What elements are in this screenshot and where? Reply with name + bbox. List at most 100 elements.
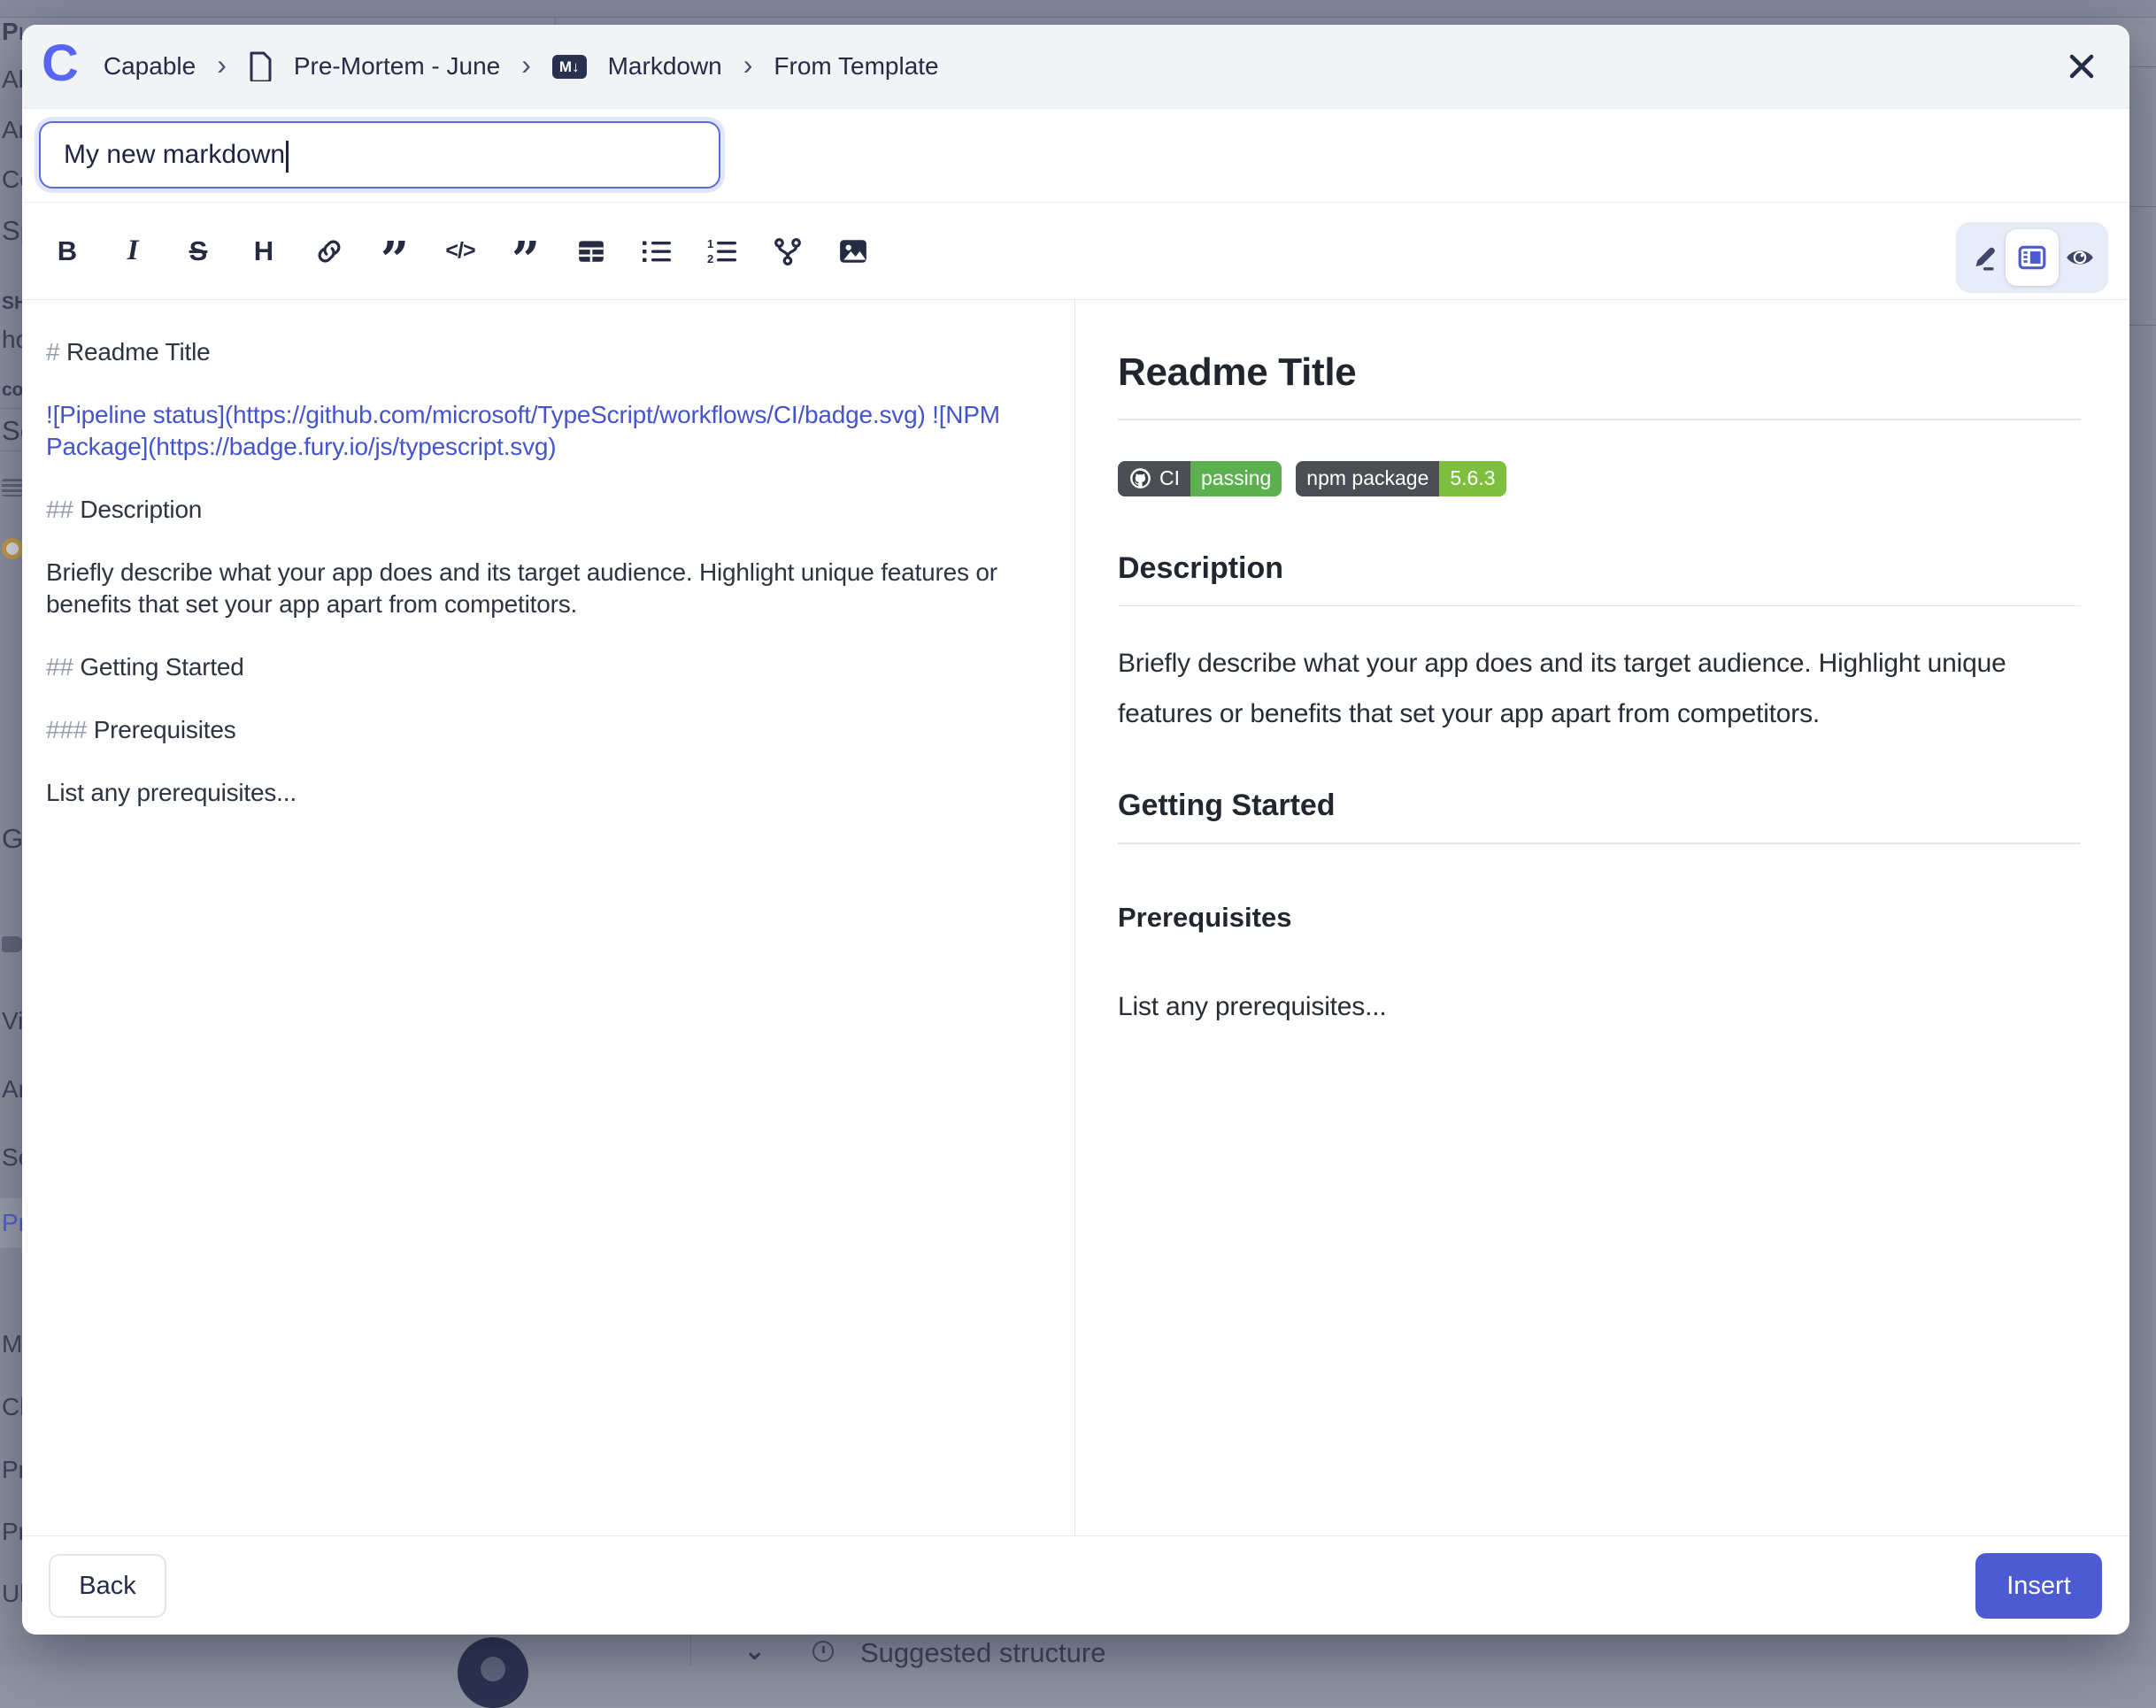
- breadcrumb-current-step: From Template: [774, 52, 938, 81]
- sidebar-divider: [0, 408, 22, 409]
- sidebar-fragment: Pr: [2, 1456, 22, 1484]
- preview-heading-description: Description: [1118, 550, 2081, 586]
- ordered-list-button[interactable]: 12: [706, 232, 738, 271]
- title-input[interactable]: My new markdown: [39, 121, 720, 188]
- strikethrough-button[interactable]: S: [182, 232, 214, 271]
- npm-version-badge: npm package 5.6.3: [1296, 461, 1505, 496]
- heading-button[interactable]: H: [248, 232, 280, 271]
- toolbar-icons: B I S H ” </> ” 12: [51, 203, 869, 299]
- breadcrumb-separator: ›: [743, 49, 753, 81]
- badge-value: passing: [1190, 461, 1282, 496]
- markdown-icon: M↓: [552, 55, 587, 79]
- git-branch-icon: [773, 236, 803, 266]
- breadcrumb-separator: ›: [521, 49, 531, 81]
- italic-icon: I: [127, 235, 139, 267]
- preview-description-body: Briefly describe what your app does and …: [1118, 638, 2074, 739]
- bold-button[interactable]: B: [51, 232, 83, 271]
- sidebar-fragment: An: [2, 116, 22, 144]
- markdown-line: ### Prerequisites: [46, 714, 1074, 746]
- code-icon: </>: [445, 238, 474, 264]
- compass-icon: [2, 538, 22, 559]
- badge-value: 5.6.3: [1439, 461, 1505, 496]
- image-button[interactable]: [837, 232, 869, 271]
- github-icon: [1128, 466, 1152, 490]
- insert-button[interactable]: Insert: [1975, 1553, 2102, 1619]
- sidebar-fragment: Pr: [2, 1209, 22, 1237]
- strikethrough-icon: S: [189, 235, 208, 267]
- sidebar-fragment: Se: [2, 415, 22, 447]
- notes-icon: [2, 479, 22, 496]
- sidebar-fragment: Se: [2, 1143, 22, 1172]
- bold-icon: B: [58, 235, 77, 267]
- sidebar-fragment: co: [2, 380, 22, 401]
- title-row: My new markdown: [22, 110, 2129, 203]
- sidebar-fragment: M: [2, 1330, 22, 1358]
- markdown-line: List any prerequisites...: [46, 777, 1074, 809]
- breadcrumb-type[interactable]: Markdown: [608, 52, 722, 81]
- sidebar-divider: [0, 450, 22, 451]
- back-button[interactable]: Back: [49, 1554, 166, 1618]
- eye-icon: [2064, 242, 2096, 273]
- breadcrumb-separator: ›: [217, 49, 227, 81]
- badge-row: CI passing npm package 5.6.3: [1118, 461, 2081, 496]
- heading-icon: H: [254, 235, 273, 267]
- edit-view-button[interactable]: [1963, 229, 2006, 286]
- sidebar-fragment: Al: [2, 65, 22, 94]
- breadcrumb: C Capable › Pre-Mortem - June › M↓ Markd…: [42, 41, 939, 92]
- preview-prerequisites-body: List any prerequisites...: [1118, 981, 2074, 1032]
- breadcrumb-app[interactable]: Capable: [104, 52, 196, 81]
- split-view-icon: [2017, 242, 2047, 273]
- git-branch-button[interactable]: [772, 232, 804, 271]
- pencil-icon: [1969, 242, 1999, 273]
- sidebar-fragment: Pr: [2, 1518, 22, 1546]
- bottom-bar-divider: [690, 1635, 691, 1666]
- quote-button[interactable]: ”: [379, 232, 411, 271]
- title-input-value: My new markdown: [64, 140, 285, 170]
- markdown-line-link: ![Pipeline status](https://github.com/mi…: [46, 399, 1074, 463]
- code-button[interactable]: </>: [444, 232, 476, 271]
- table-icon: [576, 236, 606, 266]
- sidebar-fragment: Pr: [2, 18, 22, 46]
- image-icon: [838, 236, 868, 266]
- background-divider: [2129, 66, 2156, 67]
- blockquote-button[interactable]: ”: [510, 232, 542, 271]
- suggested-structure-label: Suggested structure: [860, 1637, 1105, 1669]
- blockquote-icon: ”: [512, 251, 540, 269]
- heading-rule: [1118, 605, 2081, 607]
- dialog-header: C Capable › Pre-Mortem - June › M↓ Markd…: [22, 25, 2129, 109]
- markdown-editor[interactable]: # Readme Title ![Pipeline status](https:…: [22, 300, 1074, 1535]
- sidebar-fragment: Co: [2, 165, 22, 194]
- italic-button[interactable]: I: [117, 232, 149, 271]
- link-button[interactable]: [313, 232, 345, 271]
- heading-rule: [1118, 419, 2081, 420]
- breadcrumb-document[interactable]: Pre-Mortem - June: [294, 52, 500, 81]
- view-mode-toggle: [1956, 222, 2108, 293]
- svg-text:1: 1: [707, 237, 713, 250]
- chevron-down-icon: ⌄: [743, 1635, 766, 1666]
- table-button[interactable]: [575, 232, 607, 271]
- preview-view-button[interactable]: [2059, 229, 2101, 286]
- link-icon: [314, 236, 344, 266]
- background-sidebar-strip: PrAlAnCoSpSHhocoSeGoViAnSePrMClPrPrUlBy: [0, 0, 22, 1666]
- background-right-strip: [2129, 0, 2156, 1666]
- document-icon: [248, 51, 273, 81]
- bullet-list-button[interactable]: [641, 232, 673, 271]
- ci-status-badge: CI passing: [1118, 461, 1282, 496]
- badge-label: npm package: [1296, 461, 1439, 496]
- text-caret: [286, 141, 289, 173]
- dialog-footer: Back Insert: [22, 1535, 2129, 1635]
- clock-icon: [812, 1641, 834, 1662]
- markdown-preview: Readme Title CI passing npm package 5.6.…: [1075, 300, 2129, 1535]
- formatting-toolbar: B I S H ” </> ” 12: [22, 203, 2129, 300]
- preview-heading-getting-started: Getting Started: [1118, 788, 2081, 823]
- split-view-button[interactable]: [2006, 229, 2060, 286]
- avatar: [458, 1637, 528, 1708]
- capable-logo-icon: C: [42, 38, 79, 89]
- sidebar-fragment: ho: [2, 326, 22, 354]
- dialog-content: # Readme Title ![Pipeline status](https:…: [22, 300, 2129, 1535]
- markdown-line: # Readme Title: [46, 336, 1074, 368]
- close-button[interactable]: [2064, 49, 2099, 84]
- heading-rule: [1118, 842, 2081, 844]
- background-divider: [2129, 325, 2156, 326]
- background-divider: [2129, 206, 2156, 207]
